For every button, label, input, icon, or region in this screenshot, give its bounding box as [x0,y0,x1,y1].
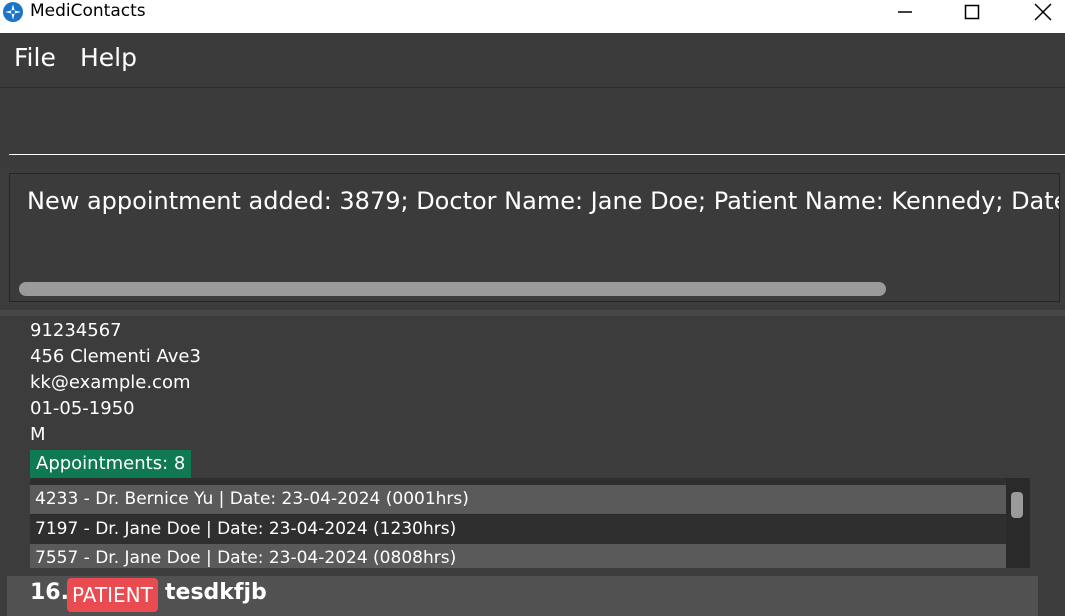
person-sex: M [30,424,46,445]
command-input[interactable] [9,88,1065,155]
window-title: MediContacts [30,1,146,21]
list-item[interactable] [30,478,1006,485]
command-box [0,88,1065,163]
person-dob: 01-05-1950 [30,398,135,419]
menu-help[interactable]: Help [80,43,137,72]
person-index: 16. [30,580,69,605]
person-email: kk@example.com [30,372,191,393]
appointments-count-tag: Appointments: 8 [30,450,192,478]
person-card[interactable]: 91234567 456 Clementi Ave3 kk@example.co… [7,316,1038,576]
menu-file[interactable]: File [14,43,56,72]
app-logo-icon [3,2,23,22]
minimize-button[interactable] [875,0,935,24]
menu-bar: File Help [0,33,1065,88]
person-phone: 91234567 [30,320,122,341]
title-bar: MediContacts [0,0,1065,33]
minimize-icon [898,11,912,13]
person-address: 456 Clementi Ave3 [30,346,201,367]
appointment-list-scrollbar[interactable] [1011,492,1023,518]
list-item[interactable]: 7557 - Dr. Jane Doe | Date: 23-04-2024 (… [30,544,1006,568]
appointment-list[interactable]: 4233 - Dr. Bernice Yu | Date: 23-04-2024… [30,478,1030,568]
result-horizontal-scrollbar[interactable] [19,282,886,296]
list-item[interactable]: 7197 - Dr. Jane Doe | Date: 23-04-2024 (… [30,515,1006,544]
list-item[interactable]: 4233 - Dr. Bernice Yu | Date: 23-04-2024… [30,485,1006,514]
result-display: New appointment added: 3879; Doctor Name… [9,173,1060,302]
person-list[interactable]: 91234567 456 Clementi Ave3 kk@example.co… [7,316,1038,616]
close-button[interactable] [1013,0,1065,24]
maximize-icon [964,4,980,20]
result-message: New appointment added: 3879; Doctor Name… [27,187,1060,215]
patient-badge: PATIENT [67,578,158,612]
close-icon [1034,3,1052,21]
maximize-button[interactable] [942,0,1002,24]
person-card-next[interactable]: 16. PATIENT tesdkfjb [7,576,1038,616]
person-name: tesdkfjb [165,580,267,605]
